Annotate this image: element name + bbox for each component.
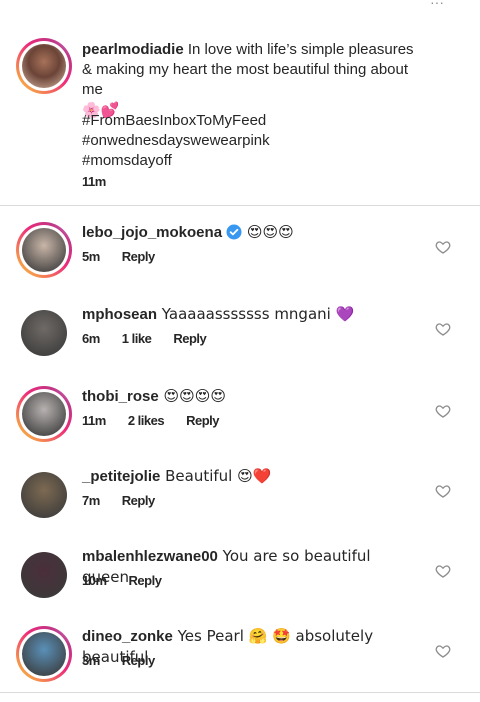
avatar[interactable] [16,38,72,94]
comment-username[interactable]: mphosean [82,306,157,323]
like-heart-icon[interactable] [435,239,451,255]
comment-text: lebo_jojo_mokoena 😍😍😍 [82,222,422,243]
avatar[interactable] [21,552,67,598]
timestamp: 11m [82,174,106,189]
verified-badge-icon [226,224,242,240]
comment-username[interactable]: lebo_jojo_mokoena [82,224,222,241]
avatar[interactable] [16,386,72,442]
like-heart-icon[interactable] [435,403,451,419]
avatar[interactable] [16,222,72,278]
comment-text: thobi_rose 😍😍😍😍 [82,386,422,407]
like-heart-icon[interactable] [435,643,451,659]
hashtag-link[interactable]: #FromBaesInboxToMyFeed [82,111,270,131]
comment-meta: 3m Reply [82,653,177,668]
comment-body: Beautiful 😍❤️ [160,467,272,485]
comment-body: 😍😍😍😍 [158,387,227,405]
comment-body: Yaaaaasssssss mngani 💜 [157,305,355,323]
timestamp: 3m [82,653,100,668]
comment-meta: 7m Reply [82,493,177,508]
like-heart-icon[interactable] [435,563,451,579]
caption-meta: 11m [82,174,128,189]
comment-row: thobi_rose 😍😍😍😍 11m 2 likes Reply [0,382,480,462]
caption-text: pearlmodiadie In love with life’s simple… [82,40,427,121]
comment-row: lebo_jojo_mokoena 😍😍😍 5m Reply [0,218,480,298]
comment-body: 😍😍😍 [242,223,294,241]
avatar[interactable] [21,310,67,356]
avatar[interactable] [21,472,67,518]
timestamp: 6m [82,331,100,346]
hashtag-link[interactable]: #momsdayoff [82,151,270,171]
comment-username[interactable]: thobi_rose [82,388,159,405]
timestamp: 10m [82,573,107,588]
divider [0,692,480,693]
like-heart-icon[interactable] [435,321,451,337]
reply-button[interactable]: Reply [186,413,219,428]
timestamp: 11m [82,413,106,428]
comment-text: mphosean Yaaaaasssssss mngani 💜 [82,304,422,325]
reply-button[interactable]: Reply [122,493,155,508]
hashtag-list: #FromBaesInboxToMyFeed #onwednesdayswewe… [82,111,270,171]
avatar[interactable] [16,626,72,682]
comment-row: mphosean Yaaaaasssssss mngani 💜 6m 1 like R… [0,300,480,380]
comment-row: dineo_zonke Yes Pearl 🤗 🤩 absolutely bea… [0,622,480,702]
comment-meta: 11m 2 likes Reply [82,413,241,428]
comment-text: _petitejolie Beautiful 😍❤️ [82,466,422,487]
comment-meta: 5m Reply [82,249,177,264]
like-count[interactable]: 2 likes [128,413,165,428]
hashtag-link[interactable]: #onwednesdayswewearpink [82,131,270,151]
caption-username[interactable]: pearlmodiadie [82,41,184,58]
comment-meta: 10m Reply [82,573,183,588]
reply-button[interactable]: Reply [173,331,206,346]
comment-row: _petitejolie Beautiful 😍❤️ 7m Reply [0,462,480,542]
comment-username[interactable]: dineo_zonke [82,628,173,645]
post-caption: pearlmodiadie In love with life’s simple… [0,0,480,205]
divider [0,205,480,206]
timestamp: 7m [82,493,100,508]
comment-row: mbalenhlezwane00 You are so beautiful qu… [0,542,480,622]
comment-meta: 6m 1 like Reply [82,331,228,346]
like-count[interactable]: 1 like [122,331,152,346]
timestamp: 5m [82,249,100,264]
like-heart-icon[interactable] [435,483,451,499]
comment-username[interactable]: mbalenhlezwane00 [82,548,218,565]
reply-button[interactable]: Reply [129,573,162,588]
reply-button[interactable]: Reply [122,249,155,264]
comment-username[interactable]: _petitejolie [82,468,160,485]
reply-button[interactable]: Reply [122,653,155,668]
